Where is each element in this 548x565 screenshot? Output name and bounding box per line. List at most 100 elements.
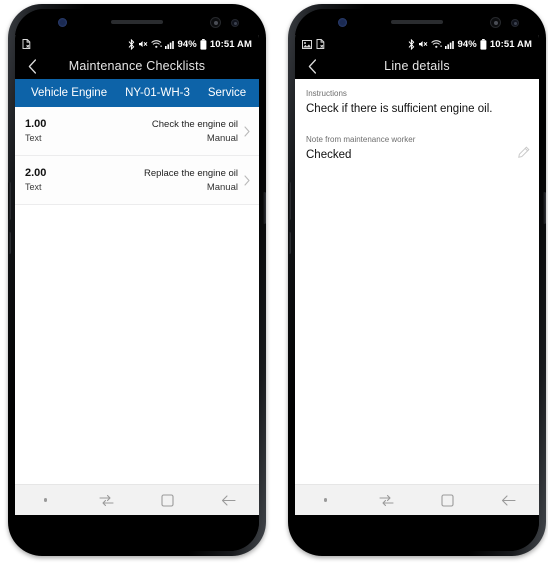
iris-scanner-icon xyxy=(210,17,221,28)
nav-dot-button[interactable] xyxy=(308,498,344,502)
bluetooth-icon xyxy=(408,38,415,50)
home-square-icon xyxy=(441,493,454,507)
phone-device-left: 94% 10:51 AM Maintenance Checklists Vehi… xyxy=(8,4,266,556)
tab-strip: Vehicle Engine NY-01-WH-3 Service xyxy=(15,79,259,107)
line-number: 1.00 xyxy=(25,118,47,130)
bluetooth-icon xyxy=(128,38,135,50)
line-type: Text xyxy=(25,133,42,143)
row-left-block: 1.00 Text xyxy=(25,117,46,145)
phone-screen-frame-right: 94% 10:51 AM Line details Instructions C… xyxy=(295,9,539,551)
android-nav-bar-right xyxy=(295,484,539,515)
phone-top-bezel-left xyxy=(15,9,259,35)
dot-icon xyxy=(323,498,328,502)
nav-back-button[interactable] xyxy=(491,494,527,507)
proximity-sensor-icon xyxy=(511,19,519,27)
volume-button-right-phone[interactable] xyxy=(288,182,291,220)
front-camera-dot-icon xyxy=(338,18,347,27)
chevron-left-icon xyxy=(308,58,317,74)
line-type: Text xyxy=(25,182,42,192)
nav-dot-button[interactable] xyxy=(28,498,64,502)
field-label: Note from maintenance worker xyxy=(306,135,416,144)
chevron-left-icon xyxy=(28,58,37,74)
page-title-left: Maintenance Checklists xyxy=(68,59,206,73)
line-meta: Manual xyxy=(206,133,238,144)
front-camera-dot-icon xyxy=(58,18,67,27)
row-left-block: 2.00 Text xyxy=(25,166,46,194)
wifi-icon xyxy=(430,39,442,49)
recents-icon xyxy=(99,494,114,507)
row-right-block: Replace the engine oil Manual xyxy=(144,166,242,194)
status-bar-left-icons-right xyxy=(302,39,325,49)
field-value[interactable]: Checked xyxy=(306,147,528,164)
battery-icon xyxy=(480,38,487,50)
power-button-left-phone[interactable] xyxy=(263,192,266,224)
line-title: Replace the engine oil xyxy=(143,168,238,179)
android-nav-bar-left xyxy=(15,484,259,515)
back-arrow-icon xyxy=(501,494,516,507)
back-button-left[interactable] xyxy=(15,58,49,74)
battery-percent-label: 94% xyxy=(177,38,197,50)
phone-bottom-bezel-right xyxy=(295,515,539,551)
phone-top-bezel-right xyxy=(295,9,539,35)
line-number: 2.00 xyxy=(25,167,47,179)
pencil-icon[interactable] xyxy=(517,146,530,159)
status-bar-left: 94% 10:51 AM xyxy=(15,35,259,53)
image-icon xyxy=(302,39,312,49)
earpiece-speaker-icon xyxy=(391,20,443,24)
document-error-icon xyxy=(316,39,325,49)
screenshot-stage: 94% 10:51 AM Maintenance Checklists Vehi… xyxy=(0,0,548,565)
chevron-right-icon[interactable] xyxy=(242,125,252,137)
row-right-block: Check the engine oil Manual xyxy=(152,117,242,145)
app-bar-right: Line details xyxy=(295,53,539,79)
recents-icon xyxy=(379,494,394,507)
nav-home-button[interactable] xyxy=(150,493,186,507)
mute-icon xyxy=(138,39,148,49)
field-label: Instructions xyxy=(306,89,347,98)
app-bar-left: Maintenance Checklists xyxy=(15,53,259,79)
phone-screen-frame-left: 94% 10:51 AM Maintenance Checklists Vehi… xyxy=(15,9,259,551)
table-row[interactable]: 2.00 Text Replace the engine oil Manual xyxy=(15,156,259,205)
home-square-icon xyxy=(161,493,174,507)
nav-recents-button[interactable] xyxy=(89,494,125,507)
assistant-button-left-phone[interactable] xyxy=(8,232,11,254)
phone-device-right: 94% 10:51 AM Line details Instructions C… xyxy=(288,4,546,556)
wifi-icon xyxy=(150,39,162,49)
tab-service[interactable]: Service xyxy=(199,79,255,107)
page-title-right: Line details xyxy=(384,59,450,73)
status-bar-right-icons-left: 94% 10:51 AM xyxy=(128,38,253,50)
dot-icon xyxy=(43,498,48,502)
status-bar-left-icons-left xyxy=(22,39,31,49)
checklist-line-list: 1.00 Text Check the engine oil Manual 2.… xyxy=(15,107,259,205)
status-bar-clock: 10:51 AM xyxy=(489,38,532,50)
nav-recents-button[interactable] xyxy=(369,494,405,507)
earpiece-speaker-icon xyxy=(111,20,163,24)
battery-icon xyxy=(200,38,207,50)
field-note-from-maintenance-worker: Note from maintenance worker Checked xyxy=(306,134,530,164)
battery-percent-label: 94% xyxy=(457,38,477,50)
nav-home-button[interactable] xyxy=(430,493,466,507)
volume-button-left-phone[interactable] xyxy=(8,182,11,220)
table-row[interactable]: 1.00 Text Check the engine oil Manual xyxy=(15,107,259,156)
iris-scanner-icon xyxy=(490,17,501,28)
nav-back-button[interactable] xyxy=(211,494,247,507)
tab-vehicle-engine[interactable]: Vehicle Engine xyxy=(22,79,116,107)
status-bar-right: 94% 10:51 AM xyxy=(295,35,539,53)
assistant-button-right-phone[interactable] xyxy=(288,232,291,254)
status-bar-right-icons-right: 94% 10:51 AM xyxy=(408,38,533,50)
field-instructions: Instructions Check if there is sufficien… xyxy=(306,88,528,118)
status-bar-clock: 10:51 AM xyxy=(209,38,252,50)
back-button-right[interactable] xyxy=(295,58,329,74)
line-title: Check the engine oil xyxy=(151,119,238,130)
proximity-sensor-icon xyxy=(231,19,239,27)
document-error-icon xyxy=(22,39,31,49)
field-value: Check if there is sufficient engine oil. xyxy=(306,103,493,115)
signal-icon xyxy=(444,40,455,49)
tab-asset-id[interactable]: NY-01-WH-3 xyxy=(116,79,199,107)
chevron-right-icon[interactable] xyxy=(242,174,252,186)
screen-right: 94% 10:51 AM Line details Instructions C… xyxy=(295,35,539,515)
power-button-right-phone[interactable] xyxy=(543,192,546,224)
phone-bottom-bezel-left xyxy=(15,515,259,551)
signal-icon xyxy=(164,40,175,49)
line-meta: Manual xyxy=(206,182,238,193)
back-arrow-icon xyxy=(221,494,236,507)
